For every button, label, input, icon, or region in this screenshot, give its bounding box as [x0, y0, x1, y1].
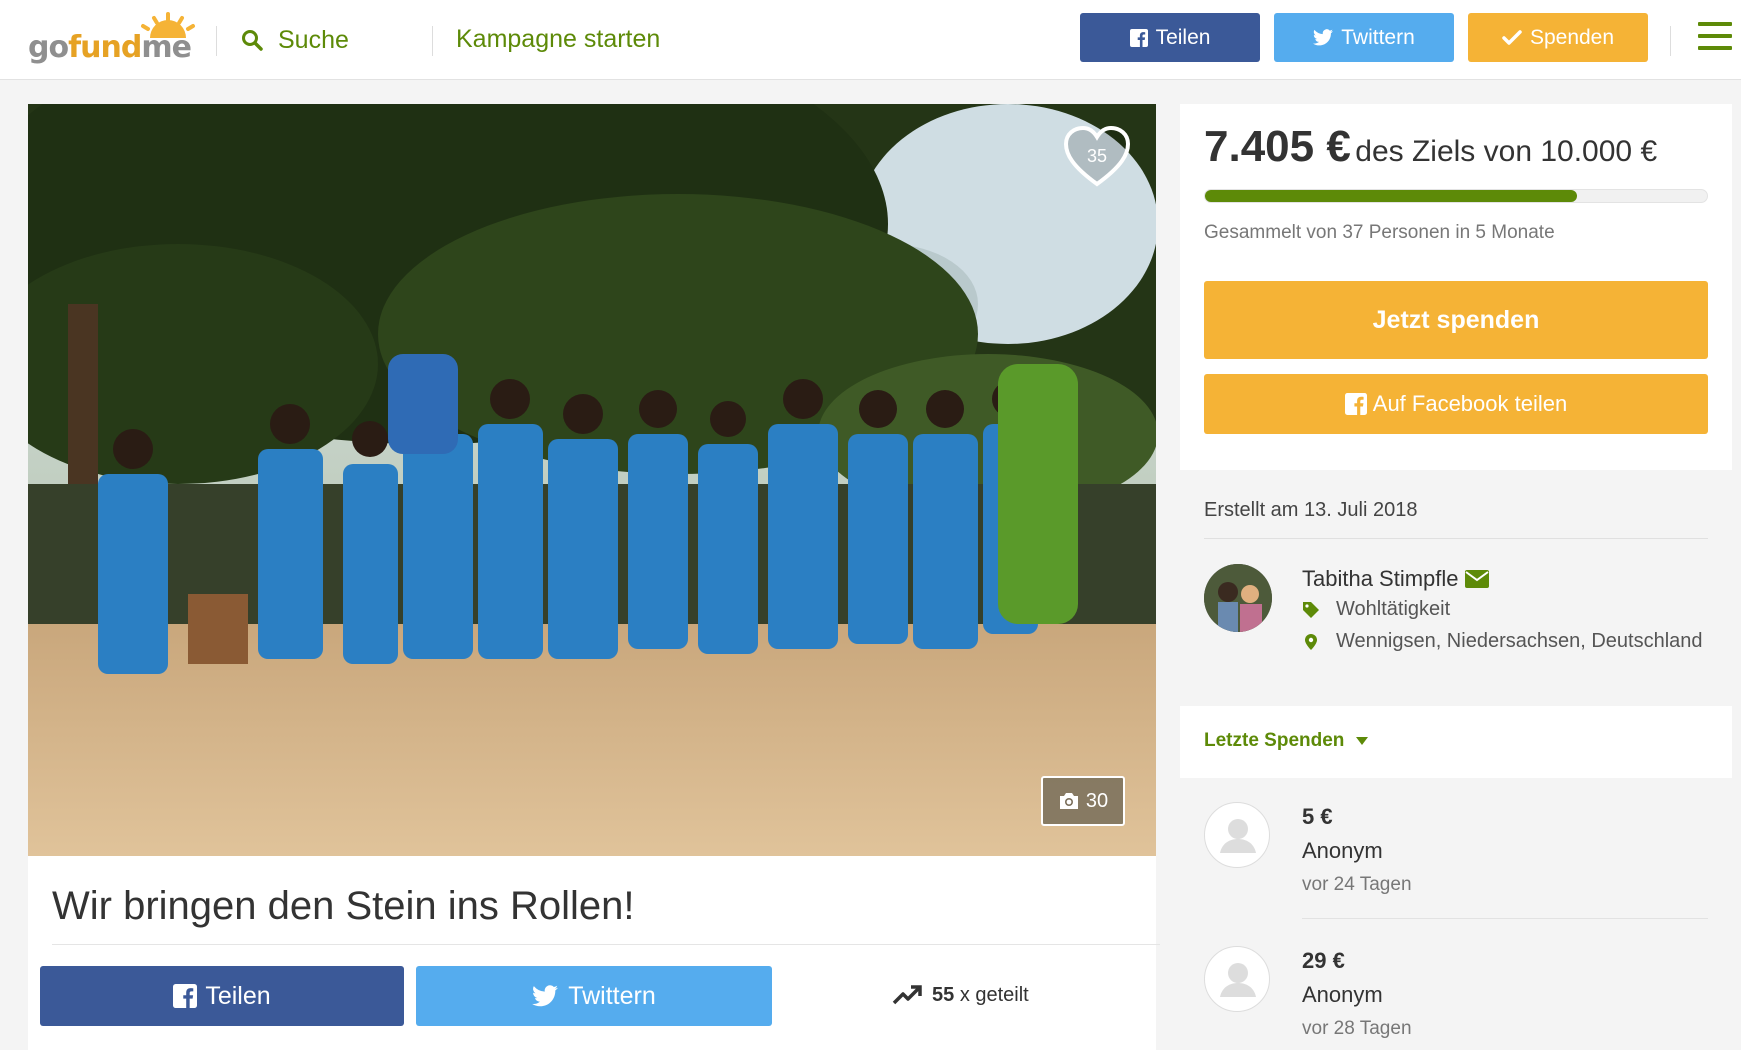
- progress-bar-fill: [1205, 190, 1577, 202]
- donation-divider: [1302, 918, 1708, 919]
- donor-avatar-icon: [1204, 946, 1270, 1012]
- search-icon: [242, 30, 263, 51]
- facebook-icon: [1129, 28, 1148, 47]
- start-campaign-link[interactable]: Kampagne starten: [456, 25, 660, 54]
- raised-summary: 7.405 € des Ziels von 10.000 €: [1204, 122, 1657, 172]
- tag-icon: [1303, 601, 1319, 618]
- raised-amount: 7.405 €: [1204, 122, 1351, 171]
- organizer-location: Wennigsen, Niedersachsen, Deutschland: [1302, 630, 1703, 653]
- trending-up-icon: [892, 985, 922, 1005]
- twitter-icon: [532, 985, 559, 1007]
- header-divider: [432, 26, 433, 56]
- logo-wordmark: gofundme: [28, 30, 192, 65]
- campaign-hero-image[interactable]: 35 30: [28, 104, 1156, 856]
- photo-count: 30: [1085, 789, 1109, 812]
- created-divider: [1204, 538, 1708, 539]
- header-divider: [1670, 26, 1671, 56]
- facebook-share-wide-button[interactable]: Auf Facebook teilen: [1204, 374, 1708, 434]
- photo-gallery-button[interactable]: 30: [1041, 776, 1125, 826]
- donation-amount: 29 €: [1302, 948, 1345, 973]
- donation-item: 5 € Anonym vor 24 Tagen: [1204, 802, 1708, 922]
- top-navbar: gofundme Suche Kampagne starten Teilen T…: [0, 0, 1741, 80]
- twitter-share-label: Twittern: [568, 981, 656, 1010]
- donation-time: vor 28 Tagen: [1302, 1018, 1412, 1039]
- gofundme-logo[interactable]: gofundme: [28, 12, 196, 65]
- camera-icon: [1059, 793, 1078, 809]
- title-divider: [52, 944, 1160, 945]
- hamburger-menu-icon[interactable]: [1698, 22, 1732, 52]
- campaign-card: 35 30 Wir bringen den Stein ins Rollen! …: [28, 104, 1160, 1050]
- header-donate-label: Spenden: [1529, 25, 1615, 49]
- twitter-share-button[interactable]: Twittern: [416, 966, 772, 1026]
- facebook-share-wide-label: Auf Facebook teilen: [1372, 391, 1568, 416]
- donor-name: Anonym: [1302, 838, 1383, 863]
- recent-donations-header[interactable]: Letzte Spenden: [1180, 706, 1732, 778]
- twitter-icon: [1313, 29, 1334, 46]
- header-donate-button[interactable]: Spenden: [1468, 13, 1648, 62]
- progress-bar: [1204, 189, 1708, 203]
- donation-item: 29 € Anonym vor 28 Tagen: [1204, 946, 1708, 1050]
- header-twitter-button[interactable]: Twittern: [1274, 13, 1454, 62]
- donor-name: Anonym: [1302, 982, 1383, 1007]
- header-divider: [216, 26, 217, 56]
- organizer-name-row: Tabitha Stimpfle: [1302, 566, 1489, 592]
- favorite-heart-button[interactable]: 35: [1062, 124, 1132, 188]
- raised-by-text: Gesammelt von 37 Personen in 5 Monate: [1204, 222, 1555, 243]
- category-label[interactable]: Wohltätigkeit: [1336, 598, 1450, 621]
- share-count: 55 x geteilt: [892, 978, 1029, 1012]
- organizer-category: Wohltätigkeit: [1302, 598, 1450, 621]
- header-facebook-share-button[interactable]: Teilen: [1080, 13, 1260, 62]
- facebook-share-label: Teilen: [205, 981, 271, 1010]
- location-label: Wennigsen, Niedersachsen, Deutschland: [1336, 630, 1703, 652]
- organizer-avatar[interactable]: [1204, 564, 1272, 632]
- donation-amount: 5 €: [1302, 804, 1333, 829]
- facebook-icon: [173, 984, 198, 1008]
- header-share-label: Teilen: [1155, 25, 1211, 49]
- recent-donations-title: Letzte Spenden: [1204, 730, 1345, 751]
- heart-count: 35: [1086, 146, 1108, 166]
- organizer-photo: [1204, 564, 1272, 632]
- facebook-icon: [1344, 393, 1367, 415]
- facebook-share-button[interactable]: Teilen: [40, 966, 404, 1026]
- donation-time: vor 24 Tagen: [1302, 874, 1412, 895]
- header-tweet-label: Twittern: [1341, 25, 1415, 49]
- envelope-icon[interactable]: [1464, 570, 1489, 588]
- share-count-number: 55: [932, 983, 955, 1006]
- donation-summary-card: 7.405 € des Ziels von 10.000 € Gesammelt…: [1180, 104, 1732, 470]
- map-pin-icon: [1305, 633, 1317, 650]
- created-date: Erstellt am 13. Juli 2018: [1204, 499, 1418, 521]
- checkmark-icon: [1502, 29, 1522, 45]
- campaign-title: Wir bringen den Stein ins Rollen!: [52, 884, 635, 928]
- donate-now-button[interactable]: Jetzt spenden: [1204, 281, 1708, 359]
- campaign-photo: [28, 104, 1156, 856]
- goal-text: des Ziels von 10.000 €: [1355, 135, 1658, 168]
- recent-donations-toggle[interactable]: Letzte Spenden: [1204, 730, 1369, 752]
- organizer-name[interactable]: Tabitha Stimpfle: [1302, 566, 1459, 592]
- share-count-suffix: x geteilt: [959, 983, 1029, 1006]
- donor-avatar-icon: [1204, 802, 1270, 868]
- search-label: Suche: [278, 25, 349, 54]
- caret-down-icon: [1356, 737, 1369, 745]
- search-link[interactable]: Suche: [240, 22, 349, 58]
